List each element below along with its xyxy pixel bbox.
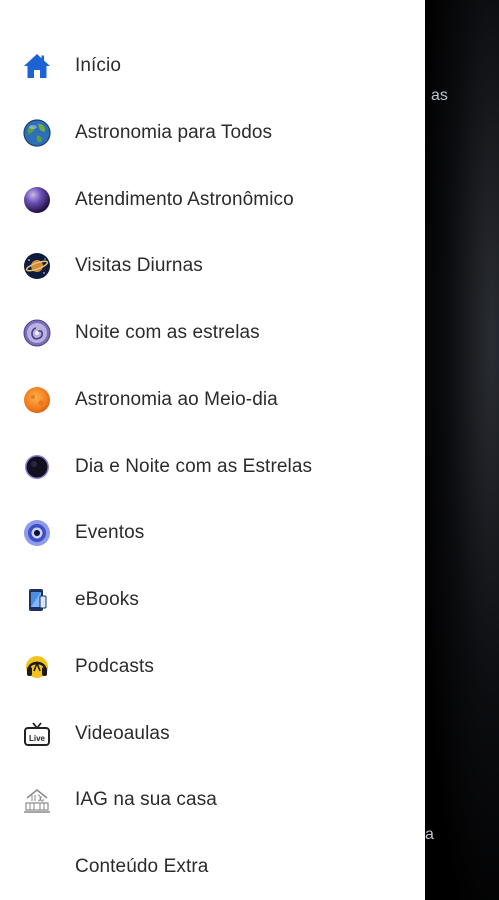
drawer-item-label: Atendimento Astronômico [75,189,294,210]
drawer-item-eventos[interactable]: Eventos [0,500,425,566]
iag-building-icon [22,785,52,815]
drawer-item-label: Noite com as estrelas [75,322,260,343]
drawer-item-iag-na-sua-casa[interactable]: IAG na sua casa [0,767,425,833]
drawer-item-noite-com-as-estrelas[interactable]: Noite com as estrelas [0,300,425,366]
ringed-planet-icon [22,251,52,281]
drawer-item-conteudo-extra[interactable]: Conteúdo Extra [0,834,425,900]
drawer-item-astronomia-para-todos[interactable]: Astronomia para Todos [0,100,425,166]
drawer-item-dia-e-noite[interactable]: Dia e Noite com as Estrelas [0,434,425,500]
navigation-drawer: Início Astronomia para Todos Atendimento… [0,0,425,900]
main-content-scrim[interactable]: as a [425,0,499,900]
drawer-item-atendimento-astronomico[interactable]: Atendimento Astronômico [0,167,425,233]
podcast-headphones-icon [22,652,52,682]
drawer-item-ebooks[interactable]: eBooks [0,567,425,633]
blue-ring-icon [22,518,52,548]
drawer-item-visitas-diurnas[interactable]: Visitas Diurnas [0,233,425,299]
spiral-galaxy-icon [22,318,52,348]
background-text-fragment: a [425,826,434,843]
svg-text:Live: Live [29,734,46,743]
purple-planet-icon [22,185,52,215]
drawer-item-label: Dia e Noite com as Estrelas [75,456,313,477]
drawer-item-label: Visitas Diurnas [75,255,203,276]
dark-moon-icon [22,452,52,482]
drawer-item-label: Início [75,55,122,76]
drawer-item-label: Conteúdo Extra [75,856,209,877]
drawer-item-inicio[interactable]: Início [0,33,425,99]
drawer-item-podcasts[interactable]: Podcasts [0,634,425,700]
live-tv-icon: Live [22,719,52,749]
drawer-item-label: Podcasts [75,656,154,677]
drawer-item-label: Videoaulas [75,723,170,744]
drawer-item-label: IAG na sua casa [75,789,217,810]
drawer-item-label: Astronomia ao Meio-dia [75,389,278,410]
drawer-item-label: Astronomia para Todos [75,122,273,143]
drawer-item-videoaulas[interactable]: Live Videoaulas [0,701,425,767]
background-text-fragment: as [431,87,448,104]
ebook-phone-icon [22,585,52,615]
earth-globe-icon [22,118,52,148]
drawer-item-label: eBooks [75,589,139,610]
sun-icon [22,385,52,415]
drawer-item-label: Eventos [75,522,145,543]
drawer-item-astronomia-ao-meio-dia[interactable]: Astronomia ao Meio-dia [0,367,425,433]
home-icon [22,51,52,81]
